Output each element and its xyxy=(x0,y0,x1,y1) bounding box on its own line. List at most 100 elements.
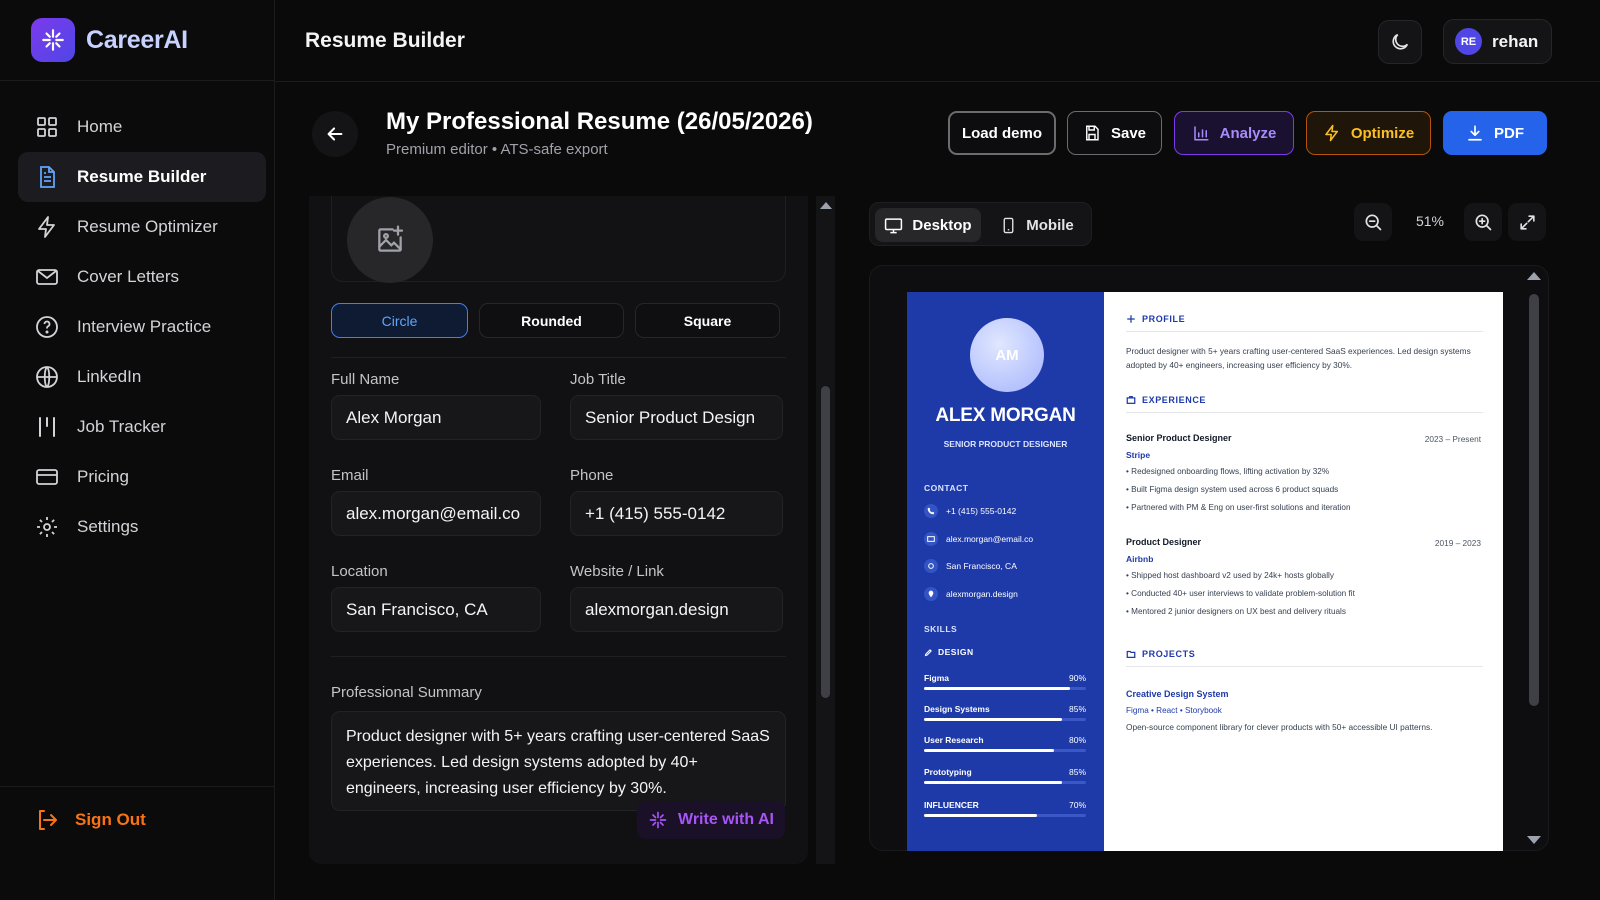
scroll-up-icon[interactable] xyxy=(1527,272,1541,280)
skill-bar-fill xyxy=(924,687,1070,690)
skill-percent: 90% xyxy=(1068,673,1086,683)
sidebar-item-label: Job Tracker xyxy=(77,417,166,436)
summary-textarea[interactable]: Product designer with 5+ years crafting … xyxy=(331,711,786,811)
project-stack: Figma • React • Storybook xyxy=(1126,706,1222,715)
image-add-icon xyxy=(378,225,404,252)
load-demo-button[interactable]: Load demo xyxy=(948,111,1056,155)
full-name-label: Full Name xyxy=(331,371,400,388)
preview-scrollbar[interactable] xyxy=(1524,268,1544,848)
skill-percent: 70% xyxy=(1068,800,1086,810)
scroll-up-icon[interactable] xyxy=(820,202,832,209)
theme-toggle-button[interactable] xyxy=(1378,20,1422,64)
document-title: My Professional Resume (26/05/2026) xyxy=(386,108,813,135)
sidebar-item-pricing[interactable]: Pricing xyxy=(18,452,266,502)
desktop-view-button[interactable]: Desktop xyxy=(875,208,981,242)
project-description: Open-source component library for clever… xyxy=(1126,722,1433,732)
resume-sidebar: AM ALEX MORGAN SENIOR PRODUCT DESIGNER C… xyxy=(907,292,1104,851)
back-button[interactable] xyxy=(312,111,358,157)
pen-icon xyxy=(924,648,932,656)
briefcase-icon xyxy=(1126,396,1136,404)
job-title-input[interactable]: Senior Product Design xyxy=(570,395,783,440)
sidebar-item-job-tracker[interactable]: Job Tracker xyxy=(18,402,266,452)
help-circle-icon xyxy=(36,316,58,338)
editor-scrollbar[interactable] xyxy=(816,196,835,864)
mobile-view-button[interactable]: Mobile xyxy=(986,208,1088,242)
section-heading-label: EXPERIENCE xyxy=(1142,395,1207,405)
sign-out-button[interactable]: Sign Out xyxy=(35,808,146,832)
sidebar-item-label: Pricing xyxy=(77,467,129,486)
scrollbar-thumb[interactable] xyxy=(1529,294,1539,706)
brand[interactable]: CareerAI xyxy=(31,18,188,62)
divider xyxy=(0,80,275,81)
skill-bar-fill xyxy=(924,749,1054,752)
job-title: Senior Product Designer xyxy=(1126,433,1232,443)
document-subtitle: Premium editor • ATS-safe export xyxy=(386,141,608,158)
email-field[interactable]: alex.morgan@email.co xyxy=(331,491,541,536)
skill-item: INFLUENCER 70% xyxy=(924,800,1086,817)
location-icon xyxy=(924,559,938,573)
divider xyxy=(1126,331,1483,332)
phone-field[interactable]: +1 (415) 555-0142 xyxy=(570,491,783,536)
photo-upload-button[interactable] xyxy=(347,197,433,283)
scroll-down-icon[interactable] xyxy=(1527,836,1541,844)
moon-icon xyxy=(1392,33,1409,50)
skill-group-heading: DESIGN xyxy=(924,647,974,657)
job-dates: 2023 – Present xyxy=(1424,434,1481,444)
sidebar-item-interview-practice[interactable]: Interview Practice xyxy=(18,302,266,352)
job-bullets: Redesigned onboarding flows, lifting act… xyxy=(1126,463,1486,517)
skill-bar-fill xyxy=(924,814,1038,817)
user-menu[interactable]: RE rehan xyxy=(1443,19,1552,64)
sidebar-item-resume-builder[interactable]: Resume Builder xyxy=(18,152,266,202)
pdf-download-button[interactable]: PDF xyxy=(1443,111,1547,155)
contact-phone: +1 (415) 555-0142 xyxy=(924,504,1016,518)
phone-icon xyxy=(924,504,938,518)
contact-text: +1 (415) 555-0142 xyxy=(946,506,1017,516)
sidebar-item-label: Resume Optimizer xyxy=(77,217,218,236)
skill-item: Figma 90% xyxy=(924,673,1086,690)
shape-circle-button[interactable]: Circle xyxy=(331,303,468,338)
user-name: rehan xyxy=(1492,31,1539,51)
sidebar-nav: Home Resume Builder Resume Optimizer Cov… xyxy=(18,102,266,552)
skill-item: User Research 80% xyxy=(924,735,1086,752)
resume-job-title: SENIOR PRODUCT DESIGNER xyxy=(943,439,1068,449)
save-button[interactable]: Save xyxy=(1067,111,1162,155)
view-mode-toggle: Desktop Mobile xyxy=(869,202,1092,246)
page-title: Resume Builder xyxy=(305,29,465,52)
zoom-level: 51% xyxy=(1415,213,1445,229)
sidebar-item-home[interactable]: Home xyxy=(18,102,266,152)
zoom-in-icon xyxy=(1475,214,1492,231)
link-icon xyxy=(924,587,938,601)
sidebar-item-label: Home xyxy=(77,117,123,136)
contact-text: alex.morgan@email.co xyxy=(946,534,1034,544)
sign-out-label: Sign Out xyxy=(75,810,146,829)
shape-square-button[interactable]: Square xyxy=(635,303,780,338)
sidebar-item-label: Cover Letters xyxy=(77,267,180,286)
shape-rounded-button[interactable]: Rounded xyxy=(479,303,624,338)
analyze-button[interactable]: Analyze xyxy=(1174,111,1294,155)
scrollbar-thumb[interactable] xyxy=(821,386,830,698)
contact-text: San Francisco, CA xyxy=(946,561,1017,571)
optimize-button[interactable]: Optimize xyxy=(1306,111,1431,155)
sidebar-item-linkedin[interactable]: LinkedIn xyxy=(18,352,266,402)
full-name-input[interactable]: Alex Morgan xyxy=(331,395,541,440)
sidebar-item-settings[interactable]: Settings xyxy=(18,502,266,552)
contact-heading: CONTACT xyxy=(924,483,969,493)
sidebar-item-cover-letters[interactable]: Cover Letters xyxy=(18,252,266,302)
mobile-label: Mobile xyxy=(1026,216,1074,234)
skill-bar xyxy=(924,749,1086,752)
location-field[interactable]: San Francisco, CA xyxy=(331,587,541,632)
zoom-out-button[interactable] xyxy=(1354,203,1392,241)
website-field[interactable]: alexmorgan.design xyxy=(570,587,783,632)
load-demo-label: Load demo xyxy=(961,124,1042,142)
sidebar-item-resume-optimizer[interactable]: Resume Optimizer xyxy=(18,202,266,252)
zoom-in-button[interactable] xyxy=(1464,203,1502,241)
desktop-label: Desktop xyxy=(912,216,972,234)
project-name: Creative Design System xyxy=(1126,689,1229,699)
fullscreen-button[interactable] xyxy=(1508,203,1546,241)
section-heading-label: PROJECTS xyxy=(1142,649,1196,659)
download-icon xyxy=(1468,125,1482,141)
pdf-label: PDF xyxy=(1494,124,1524,142)
write-with-ai-button[interactable]: Write with AI xyxy=(637,801,785,839)
sidebar-item-label: Resume Builder xyxy=(77,167,207,186)
gear-icon xyxy=(37,517,57,537)
